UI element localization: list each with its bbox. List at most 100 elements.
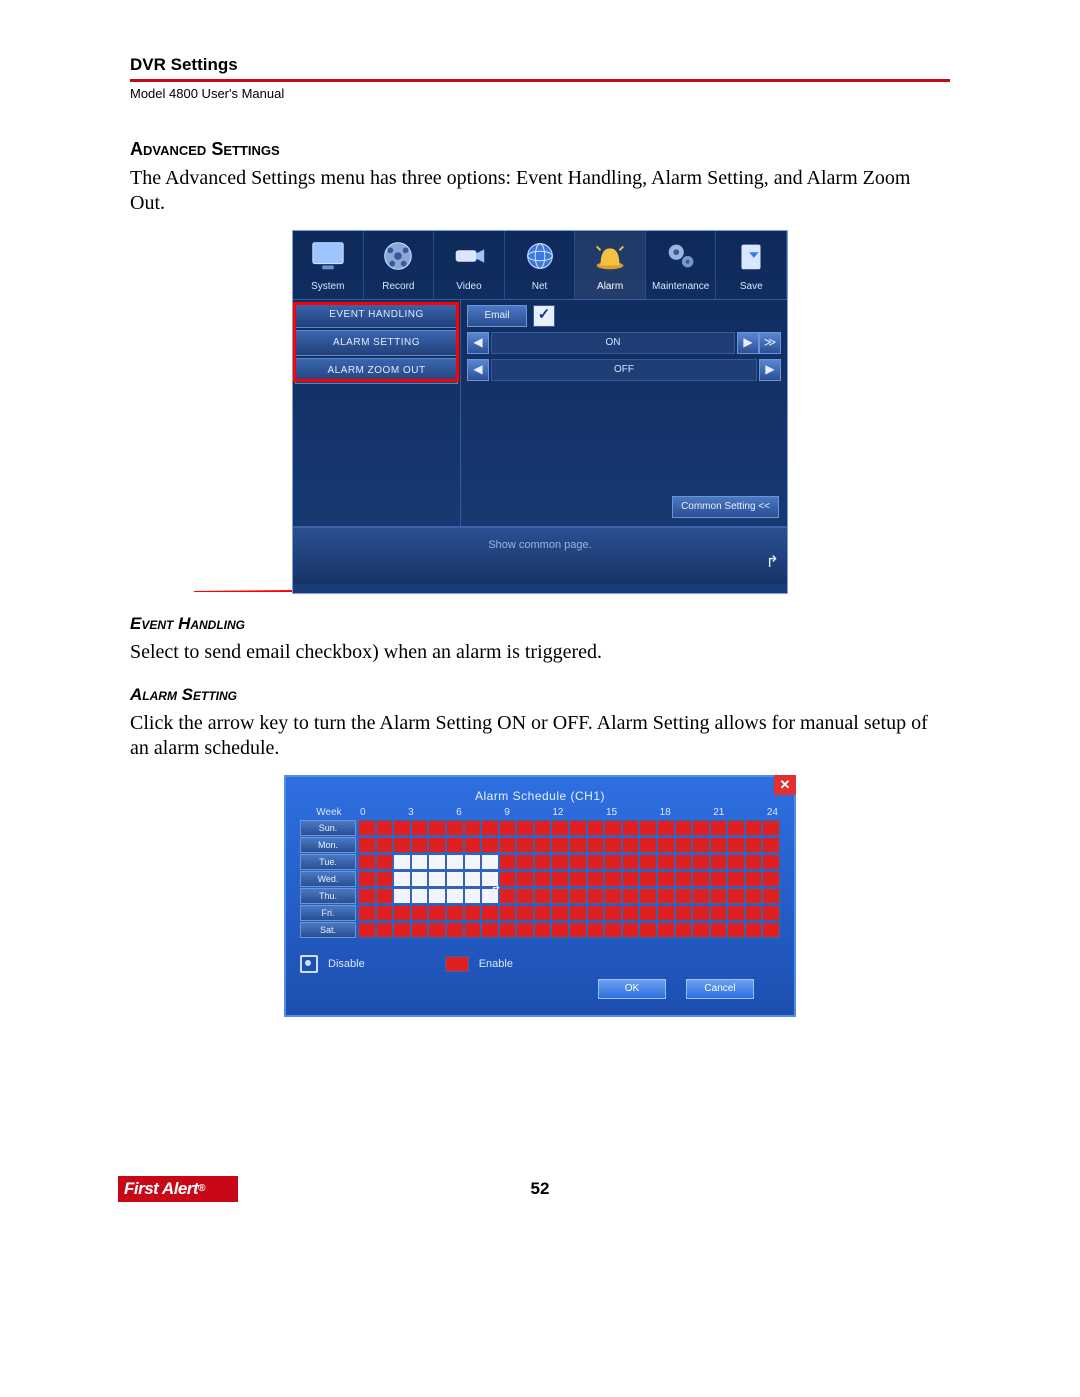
schedule-cell[interactable] (692, 854, 710, 870)
schedule-cell[interactable] (710, 871, 728, 887)
tab-net[interactable]: Net (505, 231, 576, 299)
schedule-cell[interactable] (710, 837, 728, 853)
schedule-cell[interactable] (639, 820, 657, 836)
schedule-cell[interactable] (587, 905, 605, 921)
schedule-cell[interactable] (639, 854, 657, 870)
schedule-cell[interactable] (622, 820, 640, 836)
schedule-cell[interactable] (745, 854, 763, 870)
schedule-cell[interactable] (411, 888, 429, 904)
schedule-cell[interactable] (411, 854, 429, 870)
schedule-cell[interactable] (587, 922, 605, 938)
schedule-cell[interactable] (358, 871, 376, 887)
schedule-cell[interactable] (639, 837, 657, 853)
schedule-cell[interactable] (675, 905, 693, 921)
schedule-cell[interactable] (464, 820, 482, 836)
schedule-cell[interactable] (587, 837, 605, 853)
disable-radio[interactable] (300, 955, 318, 973)
schedule-cell[interactable] (551, 837, 569, 853)
schedule-cell[interactable] (762, 905, 780, 921)
day-label[interactable]: Thu. (300, 888, 356, 904)
schedule-cell[interactable] (622, 837, 640, 853)
schedule-cell[interactable] (551, 854, 569, 870)
schedule-cell[interactable] (604, 905, 622, 921)
schedule-cell[interactable] (727, 922, 745, 938)
schedule-cell[interactable] (393, 905, 411, 921)
schedule-cell[interactable] (675, 820, 693, 836)
schedule-cell[interactable] (516, 837, 534, 853)
schedule-cell[interactable] (428, 837, 446, 853)
day-label[interactable]: Sun. (300, 820, 356, 836)
schedule-cell[interactable] (516, 888, 534, 904)
schedule-cell[interactable] (358, 837, 376, 853)
schedule-cell[interactable] (358, 905, 376, 921)
schedule-cell[interactable] (534, 871, 552, 887)
schedule-cell[interactable] (428, 871, 446, 887)
tab-alarm[interactable]: Alarm (575, 231, 646, 299)
schedule-cell[interactable] (692, 905, 710, 921)
schedule-cell[interactable] (692, 888, 710, 904)
schedule-cell[interactable] (675, 854, 693, 870)
schedule-cell[interactable] (534, 854, 552, 870)
alarm-setting-double-arrow[interactable]: ≫ (759, 332, 781, 354)
schedule-cell[interactable] (675, 837, 693, 853)
schedule-cell[interactable] (376, 871, 394, 887)
schedule-cell[interactable] (376, 820, 394, 836)
close-button[interactable]: ✕ (774, 775, 796, 795)
schedule-cell[interactable] (499, 854, 517, 870)
schedule-cell[interactable] (762, 888, 780, 904)
schedule-cell[interactable] (745, 922, 763, 938)
email-checkbox[interactable]: ✓ (533, 305, 555, 327)
tab-system[interactable]: System (293, 231, 364, 299)
day-label[interactable]: Wed. (300, 871, 356, 887)
schedule-cell[interactable] (762, 871, 780, 887)
schedule-cell[interactable] (587, 854, 605, 870)
schedule-cell[interactable] (710, 905, 728, 921)
sidebar-item-event-handling[interactable]: EVENT HANDLING (295, 302, 458, 328)
schedule-cell[interactable] (446, 854, 464, 870)
schedule-cell[interactable] (727, 854, 745, 870)
schedule-cell[interactable] (675, 871, 693, 887)
schedule-cell[interactable] (604, 888, 622, 904)
schedule-cell[interactable] (604, 837, 622, 853)
schedule-cell[interactable] (516, 922, 534, 938)
alarm-setting-left-arrow[interactable]: ◀ (467, 332, 489, 354)
schedule-cell[interactable] (446, 922, 464, 938)
schedule-cell[interactable] (587, 820, 605, 836)
schedule-cell[interactable] (411, 905, 429, 921)
schedule-cell[interactable] (710, 854, 728, 870)
schedule-cell[interactable] (727, 837, 745, 853)
schedule-cell[interactable] (762, 820, 780, 836)
schedule-cell[interactable] (393, 820, 411, 836)
schedule-cell[interactable] (534, 905, 552, 921)
schedule-cell[interactable] (569, 820, 587, 836)
schedule-cell[interactable] (481, 888, 499, 904)
schedule-cell[interactable] (639, 871, 657, 887)
schedule-cell[interactable] (393, 922, 411, 938)
schedule-cell[interactable] (534, 837, 552, 853)
schedule-cell[interactable] (727, 888, 745, 904)
schedule-cell[interactable] (762, 837, 780, 853)
schedule-cell[interactable] (358, 888, 376, 904)
schedule-cell[interactable] (639, 905, 657, 921)
schedule-cell[interactable] (411, 837, 429, 853)
schedule-cell[interactable] (727, 905, 745, 921)
schedule-cell[interactable] (446, 871, 464, 887)
schedule-cell[interactable] (534, 922, 552, 938)
schedule-cell[interactable] (516, 854, 534, 870)
schedule-cell[interactable] (569, 854, 587, 870)
schedule-cell[interactable] (376, 888, 394, 904)
schedule-cell[interactable] (551, 922, 569, 938)
schedule-cell[interactable] (604, 922, 622, 938)
schedule-grid[interactable]: Sun.Mon.Tue.Wed.Thu.Fri.Sat.↱ (300, 820, 780, 938)
schedule-cell[interactable] (622, 871, 640, 887)
schedule-cell[interactable] (534, 820, 552, 836)
day-label[interactable]: Sat. (300, 922, 356, 938)
schedule-cell[interactable] (657, 820, 675, 836)
schedule-cell[interactable] (534, 888, 552, 904)
schedule-cell[interactable] (675, 922, 693, 938)
schedule-cell[interactable] (692, 871, 710, 887)
schedule-cell[interactable] (499, 905, 517, 921)
sidebar-item-alarm-setting[interactable]: ALARM SETTING (295, 330, 458, 356)
schedule-cell[interactable] (622, 922, 640, 938)
schedule-cell[interactable] (428, 854, 446, 870)
